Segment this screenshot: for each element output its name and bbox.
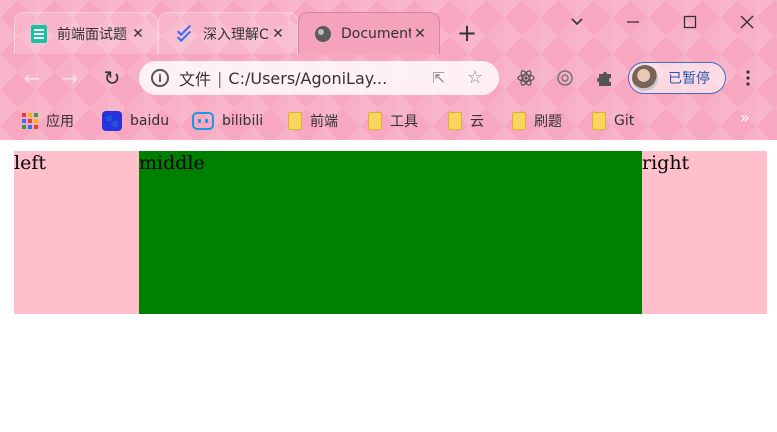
address-separator: |	[217, 68, 223, 88]
bookmark-label: 刷题	[534, 114, 562, 130]
maximize-icon	[683, 15, 697, 29]
document-icon	[31, 24, 47, 43]
profile-status: 已暂停	[668, 71, 710, 87]
atom-icon	[517, 70, 535, 86]
chevron-down-icon	[571, 18, 583, 26]
tab-search-button[interactable]	[554, 8, 600, 36]
middle-column: middle	[139, 151, 642, 314]
bookmarks-bar: 应用 🐾 baidu bilibili 前端 工具 云 刷题 Git	[0, 102, 777, 140]
bookmark-apps[interactable]: 应用	[22, 109, 74, 133]
stack-icon	[175, 21, 193, 43]
bookmark-label: 应用	[46, 114, 74, 130]
profile-button[interactable]: 已暂停	[628, 62, 726, 94]
tab-title: 前端面试题	[57, 26, 127, 43]
bookmark-label: Git	[614, 113, 635, 129]
bookmark-label: 工具	[390, 114, 418, 130]
menu-button[interactable]	[738, 66, 758, 90]
bookmarks-overflow-button[interactable]: »	[740, 108, 750, 127]
three-column-layout: left middle right	[14, 151, 767, 314]
refresh-circle-icon	[557, 70, 573, 86]
more-vertical-icon	[746, 70, 750, 86]
folder-icon	[288, 112, 302, 130]
address-bar[interactable]: i 文件 | C:/Users/AgoniLay... ⇱ ☆	[139, 61, 499, 95]
reload-button[interactable]: ↻	[98, 64, 126, 92]
toolbar: ← → ↻ i 文件 | C:/Users/AgoniLay... ⇱ ☆ 已暂…	[0, 54, 777, 102]
extension-circle-icon[interactable]	[553, 66, 577, 90]
tab-css[interactable]: 深入理解CSS ✕	[158, 12, 298, 54]
minimize-icon	[627, 21, 639, 23]
bookmark-star-icon[interactable]: ☆	[467, 67, 483, 88]
close-icon[interactable]: ✕	[411, 25, 429, 43]
folder-icon	[368, 112, 382, 130]
tab-title: 深入理解CSS	[203, 26, 269, 43]
bookmark-folder-tools[interactable]: 工具	[368, 109, 418, 133]
tab-strip: 前端面试题 ✕ 深入理解CSS ✕ Document ✕ +	[0, 0, 777, 54]
extensions-button[interactable]	[593, 66, 617, 90]
bookmark-label: baidu	[130, 113, 170, 129]
avatar	[632, 65, 658, 91]
bookmark-folder-frontend[interactable]: 前端	[288, 109, 338, 133]
bookmark-label: 云	[470, 114, 484, 130]
browser-chrome: 前端面试题 ✕ 深入理解CSS ✕ Document ✕ + ← → ↻	[0, 0, 777, 140]
address-url[interactable]: C:/Users/AgoniLay...	[228, 69, 387, 88]
bookmark-folder-practice[interactable]: 刷题	[512, 109, 562, 133]
maximize-button[interactable]	[667, 8, 713, 36]
folder-icon	[512, 112, 526, 130]
share-icon[interactable]: ⇱	[432, 69, 445, 87]
globe-icon	[315, 25, 331, 42]
tab-interview[interactable]: 前端面试题 ✕	[14, 12, 158, 54]
minimize-button[interactable]	[610, 8, 656, 36]
bookmark-label: 前端	[310, 114, 338, 130]
forward-button[interactable]: →	[56, 64, 84, 92]
bookmark-label: bilibili	[222, 113, 264, 129]
folder-icon	[592, 112, 606, 130]
right-column: right	[642, 151, 767, 314]
close-icon[interactable]: ✕	[269, 25, 287, 43]
close-icon[interactable]: ✕	[129, 25, 147, 43]
address-scheme-label: 文件	[179, 70, 212, 89]
react-devtools-icon[interactable]	[514, 66, 538, 90]
bookmark-folder-cloud[interactable]: 云	[448, 109, 484, 133]
close-icon	[740, 15, 754, 29]
bookmark-bilibili[interactable]: bilibili	[192, 109, 263, 133]
left-column: left	[14, 151, 139, 314]
info-icon[interactable]: i	[151, 69, 169, 87]
puzzle-icon	[597, 72, 611, 86]
page-viewport: left middle right	[0, 140, 777, 432]
bookmark-baidu[interactable]: 🐾 baidu	[102, 109, 169, 133]
new-tab-button[interactable]: +	[454, 19, 480, 47]
folder-icon	[448, 112, 462, 130]
tab-title: Document	[341, 25, 411, 42]
baidu-icon: 🐾	[102, 111, 122, 131]
tab-document[interactable]: Document ✕	[298, 12, 440, 54]
apps-grid-icon	[22, 113, 38, 129]
close-window-button[interactable]	[724, 8, 770, 36]
back-button[interactable]: ←	[18, 64, 46, 92]
bilibili-icon	[192, 112, 214, 130]
bookmark-folder-git[interactable]: Git	[592, 109, 634, 133]
